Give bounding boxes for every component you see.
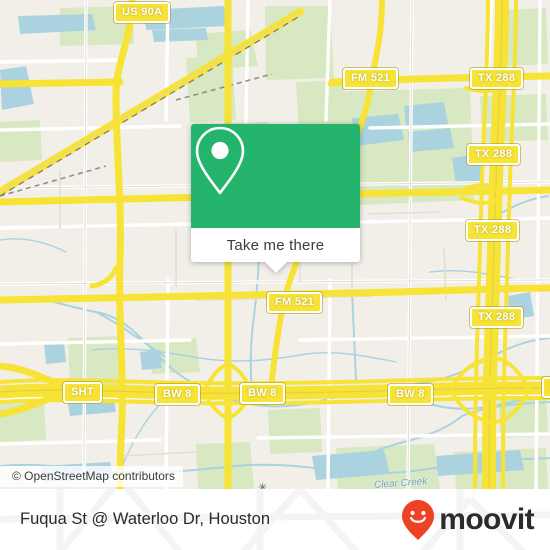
osm-attribution[interactable]: © OpenStreetMap contributors xyxy=(0,466,183,487)
moovit-wordmark: moovit xyxy=(439,502,534,536)
road-shield-label: US 90A xyxy=(114,2,171,23)
popup-action-label[interactable]: Take me there xyxy=(191,228,360,262)
road-shield-label: TX 288 xyxy=(470,68,524,89)
map-canvas[interactable]: .mjr{stroke:#f7e335;stroke-linecap:round… xyxy=(0,0,550,489)
road-shield-label: BW 8 xyxy=(388,384,433,405)
poi-marker-icon: ✳ xyxy=(258,482,268,489)
road-shield-label: TX 288 xyxy=(470,307,524,328)
road-shield-label: BW 8 xyxy=(240,383,285,404)
road-shield-label: S xyxy=(542,377,550,398)
station-title: Fuqua St @ Waterloo Dr, Houston xyxy=(20,510,270,528)
moovit-logo[interactable]: moovit xyxy=(401,489,535,550)
road-shield-label: BW 8 xyxy=(155,384,200,405)
road-shield-label: TX 288 xyxy=(467,144,521,165)
footer-bar: Fuqua St @ Waterloo Dr, Houston moovit xyxy=(0,489,550,550)
popup-header xyxy=(191,124,360,228)
moovit-pin-icon xyxy=(402,499,435,540)
take-me-there-popup[interactable]: Take me there xyxy=(191,124,360,273)
popup-tail xyxy=(264,262,287,273)
road-shield-label: FM 521 xyxy=(267,292,323,313)
road-shield-label: FM 521 xyxy=(343,68,399,89)
moovit-station-map-card: .mjr{stroke:#f7e335;stroke-linecap:round… xyxy=(0,0,550,550)
road-shield-label: SHT xyxy=(63,382,102,403)
map-pin-icon xyxy=(195,126,245,195)
road-shield-label: TX 288 xyxy=(466,220,520,241)
